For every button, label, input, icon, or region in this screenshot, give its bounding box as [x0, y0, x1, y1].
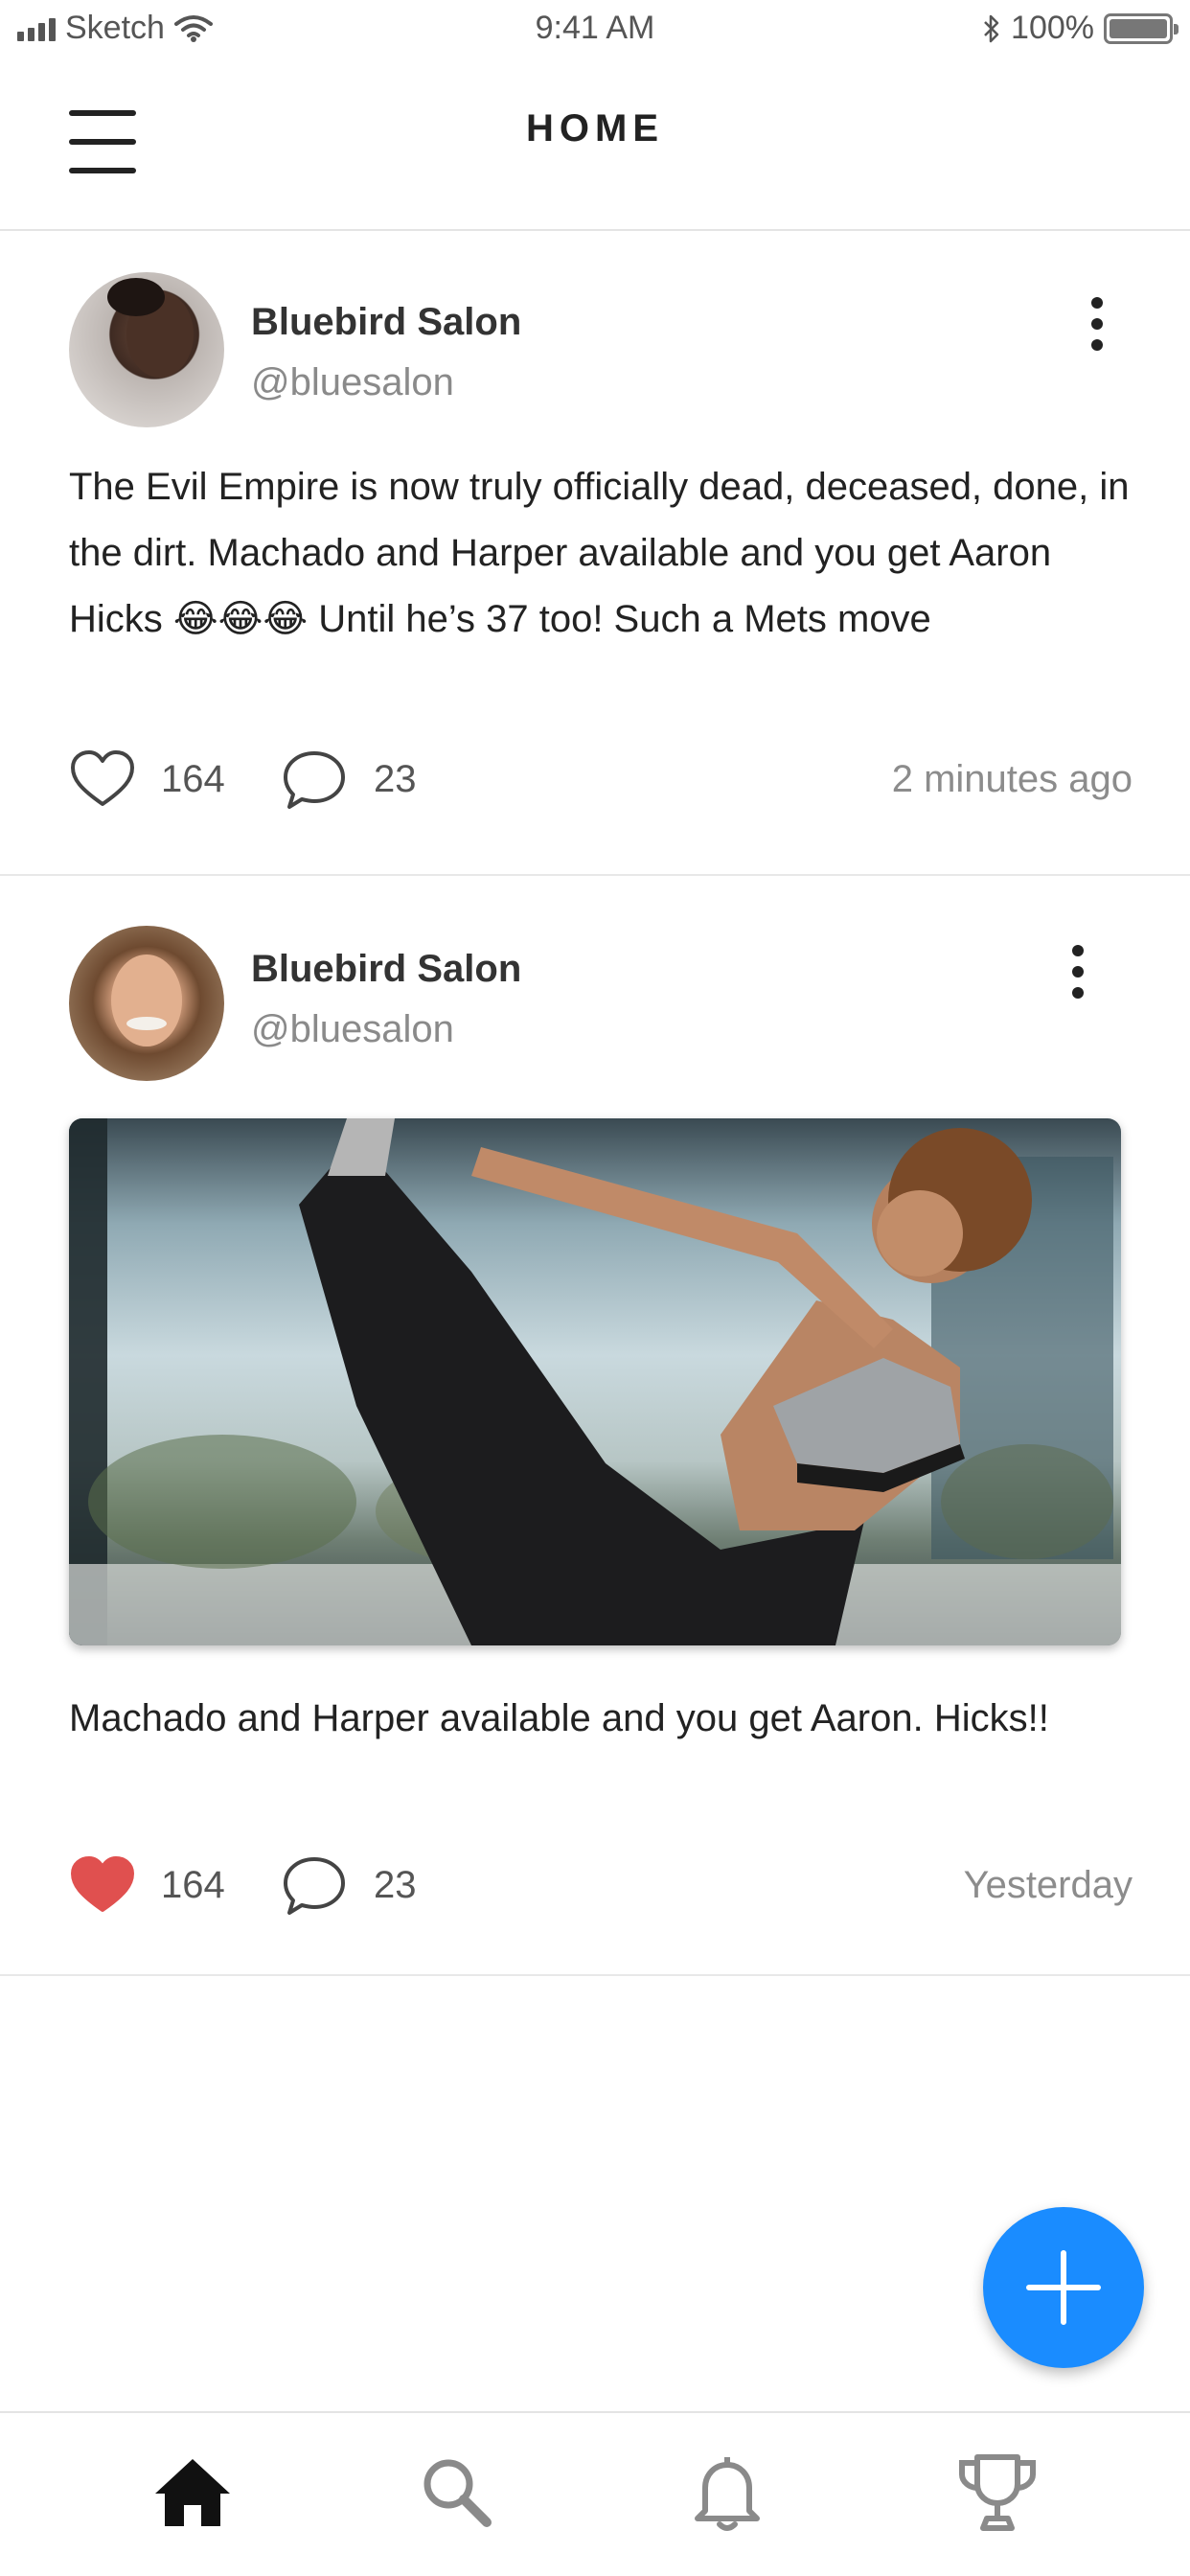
post-image[interactable] [69, 1118, 1121, 1645]
comment-icon[interactable] [282, 748, 347, 812]
post-text: The Evil Empire is now truly officially … [69, 466, 1130, 640]
comment-count: 23 [374, 758, 417, 800]
post-actions: 164 23 Yesterday [69, 1851, 1133, 1927]
post-text: Machado and Harper available and you get… [69, 1697, 1049, 1739]
heart-filled-icon[interactable] [69, 1854, 136, 1916]
tab-notifications[interactable] [684, 2450, 770, 2536]
search-icon [423, 2459, 492, 2527]
status-right: 100% [982, 10, 1179, 47]
tab-bar [0, 2411, 1190, 2576]
trophy-icon [959, 2454, 1036, 2531]
home-icon [155, 2459, 230, 2526]
post-timestamp: 2 minutes ago [891, 758, 1133, 800]
more-options-icon[interactable] [1078, 297, 1116, 351]
author-handle: @bluesalon [251, 1008, 454, 1050]
header: HOME [0, 58, 1190, 231]
tab-trophy[interactable] [954, 2450, 1041, 2536]
author-handle: @bluesalon [251, 361, 454, 403]
like-count: 164 [161, 758, 225, 800]
home-screen: Sketch 9:41 AM 100% HOME Bluebird Salon … [0, 0, 1190, 2576]
bluetooth-icon [984, 14, 999, 42]
plus-icon [1026, 2250, 1101, 2325]
post-card: Bluebird Salon @bluesalon The Evil Empir… [0, 232, 1190, 876]
status-bar: Sketch 9:41 AM 100% [0, 0, 1190, 58]
battery-label: 100% [1011, 10, 1094, 46]
like-count: 164 [161, 1864, 225, 1906]
post-actions: 164 23 2 minutes ago [69, 745, 1133, 821]
comment-icon[interactable] [282, 1854, 347, 1918]
author-name[interactable]: Bluebird Salon [251, 948, 521, 991]
tab-home[interactable] [149, 2450, 236, 2536]
bell-icon [695, 2457, 760, 2531]
avatar[interactable] [69, 926, 224, 1081]
new-post-button[interactable] [983, 2207, 1144, 2368]
more-options-icon[interactable] [1059, 945, 1097, 999]
avatar[interactable] [69, 272, 224, 427]
comment-count: 23 [374, 1864, 417, 1906]
page-title: HOME [526, 107, 664, 150]
battery-fill [1110, 18, 1167, 38]
heart-icon[interactable] [69, 748, 136, 810]
battery-icon [1104, 12, 1179, 44]
post-timestamp: Yesterday [963, 1864, 1133, 1906]
author-name[interactable]: Bluebird Salon [251, 301, 521, 344]
tab-search[interactable] [414, 2450, 500, 2536]
post-card: Bluebird Salon @bluesalon Machado and Ha… [0, 876, 1190, 1976]
